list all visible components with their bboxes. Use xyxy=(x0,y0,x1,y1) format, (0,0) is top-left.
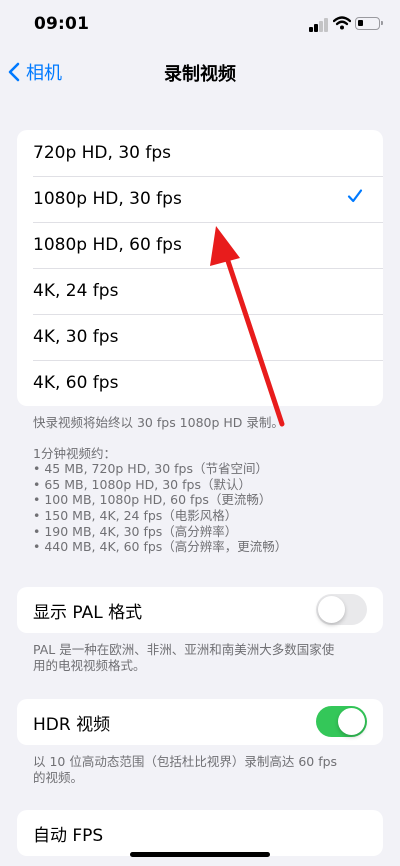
resolution-footnote: 快录视频将始终以 30 fps 1080p HD 录制。 1分钟视频约： • 4… xyxy=(33,415,368,555)
hdr-footnote: 以 10 位高动态范围（包括杜比视界）录制高达 60 fps 的视频。 xyxy=(33,754,368,785)
size-item: • 150 MB, 4K, 24 fps（电影风格） xyxy=(33,507,238,523)
auto-fps-group: 自动 FPS xyxy=(17,810,383,856)
status-bar: 09:01 xyxy=(0,0,400,50)
pal-footnote-line: PAL 是一种在欧洲、非洲、亚洲和南美洲大多数国家使 xyxy=(33,642,335,657)
hdr-group: HDR 视频 xyxy=(17,699,383,745)
home-indicator xyxy=(130,852,270,857)
resolution-option-label: 4K, 30 fps xyxy=(33,327,119,347)
wifi-icon xyxy=(333,16,351,30)
resolution-option-label: 4K, 60 fps xyxy=(33,373,119,393)
resolution-option-1080p-60[interactable]: 1080p HD, 60 fps xyxy=(17,222,383,268)
size-item: • 190 MB, 4K, 30 fps（高分辨率） xyxy=(33,523,238,539)
hdr-footnote-line: 的视频。 xyxy=(33,769,84,785)
auto-fps-row[interactable]: 自动 FPS xyxy=(17,810,383,856)
cellular-signal-icon xyxy=(309,18,329,32)
resolution-option-label: 1080p HD, 30 fps xyxy=(33,189,182,209)
resolution-option-1080p-30[interactable]: 1080p HD, 30 fps xyxy=(17,176,383,222)
resolution-option-label: 4K, 24 fps xyxy=(33,281,119,301)
resolution-option-4k-60[interactable]: 4K, 60 fps xyxy=(17,360,383,406)
hdr-video-label: HDR 视频 xyxy=(33,714,111,735)
size-item: • 65 MB, 1080p HD, 30 fps（默认） xyxy=(33,476,251,492)
resolution-option-label: 720p HD, 30 fps xyxy=(33,143,171,163)
resolution-option-4k-24[interactable]: 4K, 24 fps xyxy=(17,268,383,314)
resolution-option-720p-30[interactable]: 720p HD, 30 fps xyxy=(17,130,383,176)
size-item: • 440 MB, 4K, 60 fps（高分辨率，更流畅） xyxy=(33,539,288,555)
battery-icon xyxy=(355,17,383,30)
navigation-bar: 相机 录制视频 xyxy=(0,50,400,94)
checkmark-icon xyxy=(347,189,363,203)
pal-format-toggle[interactable] xyxy=(316,594,367,625)
auto-fps-label: 自动 FPS xyxy=(33,825,104,846)
page-title: 录制视频 xyxy=(164,64,236,85)
size-item: • 100 MB, 1080p HD, 60 fps（更流畅） xyxy=(33,492,272,508)
status-time: 09:01 xyxy=(34,14,90,34)
hdr-footnote-line: 以 10 位高动态范围（包括杜比视界）录制高达 60 fps xyxy=(33,754,338,769)
resolution-option-4k-30[interactable]: 4K, 30 fps xyxy=(17,314,383,360)
quick-take-note: 快录视频将始终以 30 fps 1080p HD 录制。 xyxy=(33,415,284,430)
hdr-video-toggle[interactable] xyxy=(316,706,367,737)
pal-format-row: 显示 PAL 格式 xyxy=(17,587,383,633)
size-heading: 1分钟视频约： xyxy=(33,445,116,461)
resolution-option-label: 1080p HD, 60 fps xyxy=(33,235,182,255)
size-item: • 45 MB, 720p HD, 30 fps（节省空间） xyxy=(33,461,268,477)
pal-footnote-line: 用的电视视频格式。 xyxy=(33,657,146,673)
pal-group: 显示 PAL 格式 xyxy=(17,587,383,633)
resolution-options-group: 720p HD, 30 fps 1080p HD, 30 fps 1080p H… xyxy=(17,130,383,406)
pal-format-label: 显示 PAL 格式 xyxy=(33,602,143,623)
hdr-video-row: HDR 视频 xyxy=(17,699,383,745)
pal-footnote: PAL 是一种在欧洲、非洲、亚洲和南美洲大多数国家使 用的电视视频格式。 xyxy=(33,642,368,673)
